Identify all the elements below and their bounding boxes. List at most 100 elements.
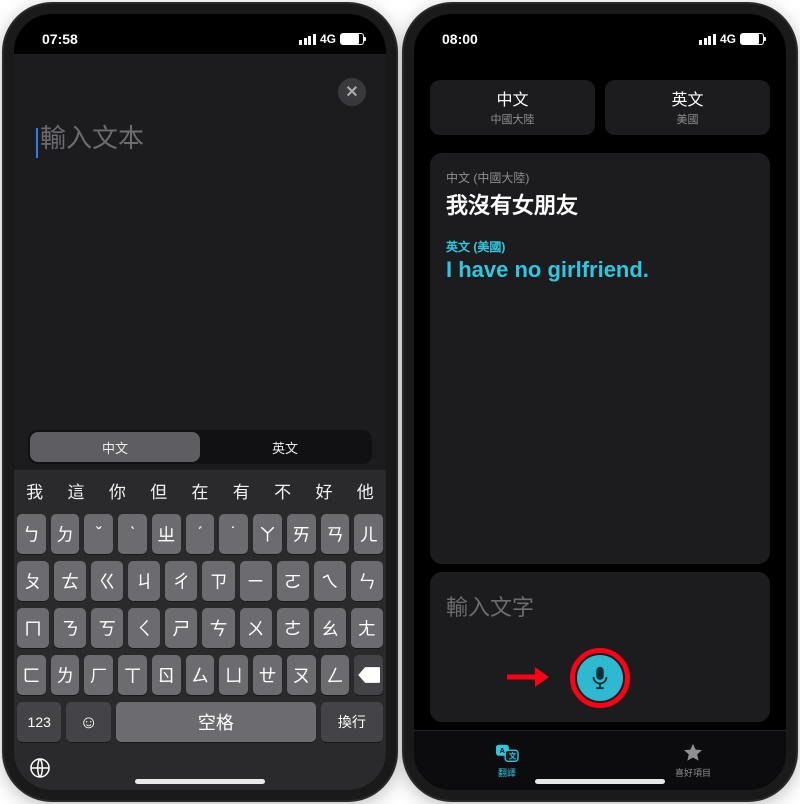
microphone-button-highlight bbox=[570, 648, 630, 708]
key[interactable]: ˊ bbox=[186, 514, 215, 554]
text-input-area[interactable]: 輸入文本 bbox=[14, 114, 386, 420]
key[interactable]: ㄆ bbox=[17, 561, 49, 601]
key[interactable]: ㄏ bbox=[84, 655, 113, 695]
backspace-key[interactable] bbox=[354, 655, 383, 695]
phone-notch bbox=[125, 14, 275, 40]
key[interactable]: ㄠ bbox=[314, 608, 346, 648]
key[interactable]: ㄇ bbox=[17, 608, 49, 648]
status-right: 4G bbox=[299, 32, 364, 46]
input-card[interactable]: 輸入文字 bbox=[430, 572, 770, 722]
microphone-icon bbox=[590, 666, 610, 690]
close-icon: ✕ bbox=[345, 82, 358, 102]
key[interactable]: ㄣ bbox=[351, 561, 383, 601]
target-text: I have no girlfriend. bbox=[446, 257, 754, 283]
emoji-icon: ☺ bbox=[79, 712, 97, 733]
key[interactable]: ㄌ bbox=[51, 655, 80, 695]
source-language-picker[interactable]: 中文 中國大陸 bbox=[430, 80, 595, 135]
svg-text:A: A bbox=[500, 746, 506, 755]
key[interactable]: ㄩ bbox=[219, 655, 248, 695]
key[interactable]: ㄒ bbox=[118, 655, 147, 695]
key[interactable]: ㄡ bbox=[287, 655, 316, 695]
prediction-item[interactable]: 你 bbox=[97, 478, 138, 503]
key[interactable]: ㄐ bbox=[128, 561, 160, 601]
input-placeholder: 輸入文字 bbox=[446, 590, 754, 622]
network-label: 4G bbox=[320, 32, 336, 46]
star-icon bbox=[681, 742, 705, 764]
prediction-item[interactable]: 這 bbox=[55, 478, 96, 503]
key[interactable]: ˇ bbox=[84, 514, 113, 554]
key[interactable]: ㄧ bbox=[240, 561, 272, 601]
prediction-item[interactable]: 他 bbox=[345, 478, 386, 503]
signal-icon bbox=[699, 34, 716, 45]
key[interactable]: ㄖ bbox=[152, 655, 181, 695]
key[interactable]: ㄦ bbox=[354, 514, 383, 554]
key[interactable]: ㄎ bbox=[91, 608, 123, 648]
key[interactable]: ㄉ bbox=[51, 514, 80, 554]
prediction-row: 我 這 你 但 在 有 不 好 他 bbox=[14, 470, 386, 510]
phone-notch bbox=[525, 14, 675, 40]
source-language-label: 中文 (中國大陸) bbox=[446, 169, 754, 186]
key[interactable]: ˋ bbox=[118, 514, 147, 554]
language-subtitle: 美國 bbox=[677, 111, 699, 127]
segment-option-chinese[interactable]: 中文 bbox=[30, 432, 200, 462]
source-text: 我沒有女朋友 bbox=[446, 188, 754, 220]
numbers-key[interactable]: 123 bbox=[17, 702, 61, 742]
key[interactable]: ㄍ bbox=[91, 561, 123, 601]
prediction-item[interactable]: 有 bbox=[221, 478, 262, 503]
key[interactable]: ㄤ bbox=[351, 608, 383, 648]
key[interactable]: ㄘ bbox=[202, 608, 234, 648]
prediction-item[interactable]: 我 bbox=[14, 478, 55, 503]
prediction-item[interactable]: 不 bbox=[262, 478, 303, 503]
annotation-circle bbox=[570, 648, 630, 708]
close-button[interactable]: ✕ bbox=[338, 78, 366, 106]
phone-left: 07:58 4G ✕ 輸入文本 中文 英文 我 這 你 但 在 bbox=[4, 4, 396, 800]
language-subtitle: 中國大陸 bbox=[491, 111, 535, 127]
emoji-key[interactable]: ☺ bbox=[66, 702, 110, 742]
input-placeholder: 輸入文本 bbox=[40, 123, 144, 153]
home-indicator[interactable] bbox=[535, 779, 665, 784]
key[interactable]: ㄋ bbox=[54, 608, 86, 648]
key[interactable]: ㄑ bbox=[128, 608, 160, 648]
home-indicator[interactable] bbox=[135, 779, 265, 784]
key[interactable]: ㄓ bbox=[152, 514, 181, 554]
key[interactable]: ㄗ bbox=[202, 561, 234, 601]
key[interactable]: ㄜ bbox=[277, 608, 309, 648]
annotation-arrow bbox=[505, 665, 549, 694]
segment-option-english[interactable]: 英文 bbox=[200, 432, 370, 462]
key[interactable]: ㄥ bbox=[321, 655, 350, 695]
key[interactable]: ㄅ bbox=[17, 514, 46, 554]
key[interactable]: ㄕ bbox=[165, 608, 197, 648]
status-right: 4G bbox=[699, 32, 764, 46]
globe-icon bbox=[28, 756, 52, 780]
target-language-picker[interactable]: 英文 美國 bbox=[605, 80, 770, 135]
battery-icon bbox=[340, 33, 364, 45]
prediction-item[interactable]: 但 bbox=[138, 478, 179, 503]
prediction-item[interactable]: 在 bbox=[179, 478, 220, 503]
return-key[interactable]: 換行 bbox=[321, 702, 383, 742]
key[interactable]: ㄨ bbox=[240, 608, 272, 648]
language-title: 英文 bbox=[671, 86, 703, 110]
space-key[interactable]: 空格 bbox=[116, 702, 316, 742]
microphone-button[interactable] bbox=[577, 655, 623, 701]
target-language-label: 英文 (美國) bbox=[446, 238, 754, 255]
key[interactable]: ㄝ bbox=[253, 655, 282, 695]
translation-result-card: 中文 (中國大陸) 我沒有女朋友 英文 (美國) I have no girlf… bbox=[430, 153, 770, 564]
key[interactable]: ㄙ bbox=[186, 655, 215, 695]
key[interactable]: ㄊ bbox=[54, 561, 86, 601]
prediction-item[interactable]: 好 bbox=[303, 478, 344, 503]
key[interactable]: ㄚ bbox=[253, 514, 282, 554]
key[interactable]: ㄛ bbox=[277, 561, 309, 601]
key[interactable]: ㄢ bbox=[321, 514, 350, 554]
tab-label: 翻譯 bbox=[498, 766, 516, 779]
key[interactable]: ㄟ bbox=[314, 561, 346, 601]
key[interactable]: ㄔ bbox=[165, 561, 197, 601]
segment-label: 中文 bbox=[102, 438, 128, 457]
svg-text:文: 文 bbox=[508, 752, 517, 761]
key[interactable]: ㄈ bbox=[17, 655, 46, 695]
keyboard: ㄅ ㄉ ˇ ˋ ㄓ ˊ ˙ ㄚ ㄞ ㄢ ㄦ ㄆ ㄊ ㄍ ㄐ ㄔ ㄗ ㄧ ㄛ bbox=[14, 510, 386, 748]
battery-icon bbox=[740, 33, 764, 45]
globe-button[interactable] bbox=[28, 756, 52, 786]
keyboard-language-segment[interactable]: 中文 英文 bbox=[28, 430, 372, 464]
key[interactable]: ˙ bbox=[219, 514, 248, 554]
key[interactable]: ㄞ bbox=[287, 514, 316, 554]
